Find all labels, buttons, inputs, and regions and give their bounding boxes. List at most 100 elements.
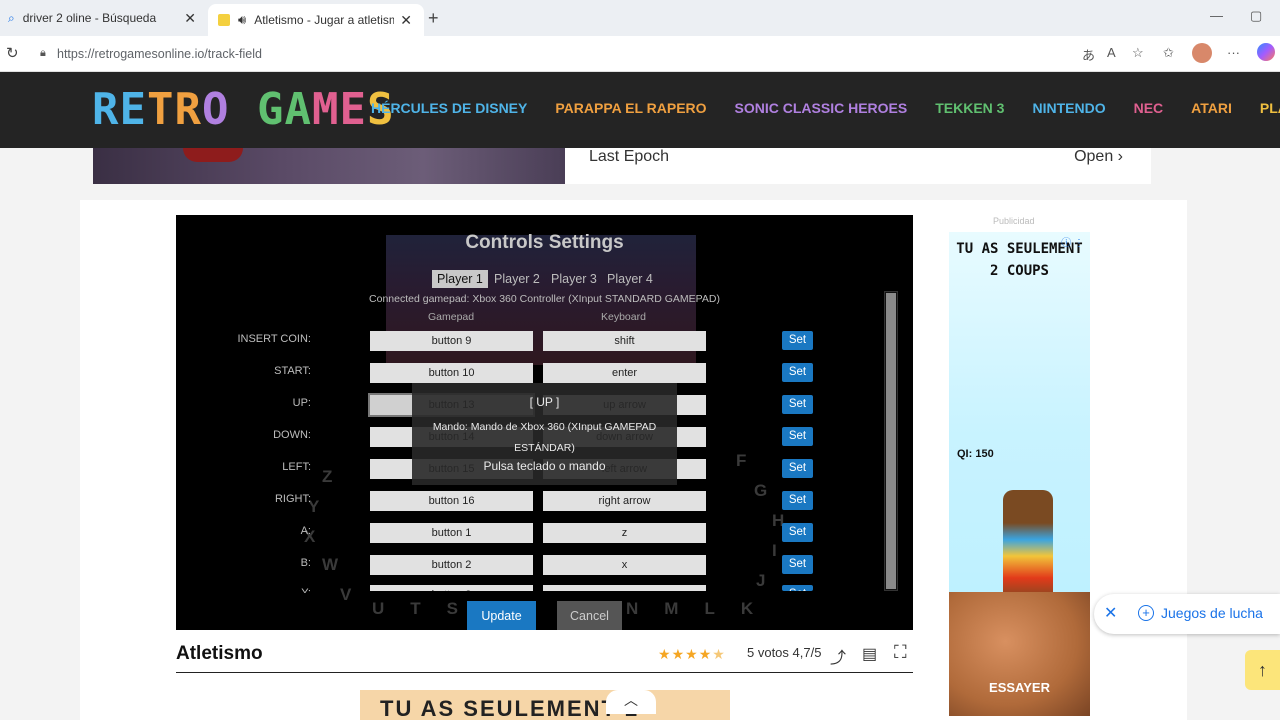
gamepad-binding-field[interactable]: button 3	[370, 585, 533, 591]
minimize-icon[interactable]: —	[1210, 8, 1223, 23]
set-binding-button[interactable]: Set	[782, 585, 813, 591]
keyboard-binding-field[interactable]: enter	[543, 363, 706, 383]
profile-avatar[interactable]	[1192, 43, 1212, 63]
browser-tab-search[interactable]: ⌕ driver 2 oline - Búsqueda ✕	[0, 4, 208, 32]
side-ad-banner[interactable]: TU AS SEULEMENT 2 COUPS ⓘ ⋮ QI: 150 ESSA…	[949, 232, 1090, 716]
control-label: INSERT COIN:	[237, 333, 311, 345]
url-field[interactable]: 🔒︎ https://retrogamesonline.io/track-fie…	[30, 41, 1260, 67]
tab-player-1[interactable]: Player 1	[432, 270, 488, 288]
star-rating[interactable]: ★ ★ ★ ★ ★	[658, 646, 725, 663]
set-binding-button[interactable]: Set	[782, 555, 813, 574]
nav-link[interactable]: ATARI	[1191, 100, 1232, 116]
speaker-icon[interactable]: 🔊︎	[238, 12, 246, 28]
close-tab-icon[interactable]: ✕	[184, 10, 196, 27]
tab-title: Atletismo - Jugar a atletismo	[254, 13, 395, 27]
share-icon[interactable]: ⤴︎	[830, 644, 846, 668]
nav-link[interactable]: NINTENDO	[1032, 100, 1105, 116]
tab-player-4[interactable]: Player 4	[602, 270, 658, 288]
bottom-ad-banner[interactable]: TU AS SEULEMENT 2 COUPS	[360, 690, 730, 720]
star-icon[interactable]: ★	[672, 646, 685, 663]
translate-icon[interactable]: あ	[1082, 45, 1095, 64]
nav-link[interactable]: PLAYSTAT	[1260, 100, 1280, 116]
control-label: UP:	[292, 397, 311, 409]
site-header: RETRO GAMES HÉRCULES DE DISNEY PARAPPA EL…	[0, 72, 1280, 148]
keyboard-binding-field[interactable]: shift	[543, 331, 706, 351]
bg-letter: W	[322, 555, 339, 574]
bg-letters-row: NMLK	[626, 599, 780, 618]
prompt-hint: Pulsa teclado o mando	[483, 459, 606, 473]
tab-player-2[interactable]: Player 2	[489, 270, 545, 288]
bg-letter: G	[754, 481, 768, 500]
tab-player-3[interactable]: Player 3	[546, 270, 602, 288]
ad-info-icon[interactable]: ⓘ ⋮	[1061, 234, 1084, 249]
half-star-icon[interactable]: ★	[712, 646, 725, 663]
main-nav: HÉRCULES DE DISNEY PARAPPA EL RAPERO SONIC…	[371, 100, 1280, 116]
maximize-icon[interactable]: ▢	[1250, 8, 1262, 24]
gamepad-binding-field[interactable]: button 1	[370, 523, 533, 543]
retro-games-logo[interactable]: RETRO GAMES	[92, 88, 395, 132]
gamepad-binding-field[interactable]: button 16	[370, 491, 533, 511]
favorite-star-icon[interactable]: ☆	[1132, 45, 1144, 61]
set-binding-button[interactable]: Set	[782, 363, 813, 382]
votes-text: 5 votos 4,7/5	[747, 645, 822, 660]
browser-tab-active[interactable]: 🔊︎ Atletismo - Jugar a atletismo ✕	[208, 4, 424, 36]
close-icon[interactable]: ✕	[1104, 603, 1117, 623]
keyboard-binding-field[interactable]: right arrow	[543, 491, 706, 511]
browser-tabbar: ⌕ driver 2 oline - Búsqueda ✕ 🔊︎ Atletis…	[0, 0, 1280, 36]
logo-letter	[230, 88, 258, 132]
close-tab-icon[interactable]: ✕	[400, 12, 412, 29]
bottom-ad-text: TU AS SEULEMENT 2 COUPS	[380, 696, 637, 720]
set-binding-button[interactable]: Set	[782, 459, 813, 478]
keyboard-binding-field[interactable]	[543, 585, 706, 591]
star-icon[interactable]: ★	[658, 646, 671, 663]
site-info-icon[interactable]: 🔒︎	[40, 47, 46, 60]
chip-label[interactable]: Juegos de lucha	[1161, 605, 1263, 621]
set-binding-button[interactable]: Set	[782, 491, 813, 510]
puzzle-tower-image	[1003, 490, 1053, 600]
logo-letter: A	[284, 84, 312, 135]
side-ad-cta[interactable]: ESSAYER	[949, 680, 1090, 695]
update-button[interactable]: Update	[467, 601, 536, 630]
set-binding-button[interactable]: Set	[782, 331, 813, 350]
gamepad-binding-field[interactable]: button 10	[370, 363, 533, 383]
star-icon[interactable]: ★	[685, 646, 698, 663]
ad-open-link[interactable]: Open ›	[1074, 148, 1123, 166]
bg-letter: V	[340, 585, 352, 604]
gamepad-column-header: Gamepad	[428, 311, 475, 323]
new-tab-icon[interactable]: +	[428, 8, 439, 29]
chevron-up-icon[interactable]: ︿	[606, 690, 656, 714]
reload-icon[interactable]: ↻	[6, 44, 19, 62]
comments-icon[interactable]: ▤	[862, 644, 877, 664]
nav-link[interactable]: TEKKEN 3	[935, 100, 1004, 116]
fullscreen-icon[interactable]: ⛶	[894, 642, 907, 663]
cancel-button[interactable]: Cancel	[557, 601, 622, 630]
top-ad-banner[interactable]: Last Epoch Open ›	[93, 148, 1151, 184]
game-emulator[interactable]: Z Y X W V F G H I J UTS NMLK Controls Se…	[176, 215, 913, 630]
set-binding-button[interactable]: Set	[782, 427, 813, 446]
gamepad-binding-field[interactable]: button 2	[370, 555, 533, 575]
scroll-to-top-button[interactable]: ↑	[1245, 650, 1280, 690]
gamepad-binding-field[interactable]: button 9	[370, 331, 533, 351]
bg-letter: I	[772, 541, 777, 560]
nav-link[interactable]: HÉRCULES DE DISNEY	[371, 100, 527, 116]
add-circle-icon: +	[1138, 605, 1154, 621]
copilot-icon[interactable]	[1257, 43, 1275, 61]
nav-link[interactable]: NEC	[1134, 100, 1164, 116]
search-icon: ⌕	[8, 10, 15, 25]
favorites-icon[interactable]: ✩	[1163, 45, 1174, 61]
read-aloud-icon[interactable]: A	[1107, 45, 1116, 60]
logo-letter: E	[119, 84, 147, 135]
keyboard-binding-field[interactable]: z	[543, 523, 706, 543]
star-icon[interactable]: ★	[699, 646, 712, 663]
nav-link[interactable]: PARAPPA EL RAPERO	[555, 100, 706, 116]
more-menu-icon[interactable]: ···	[1227, 45, 1240, 60]
control-label: START:	[274, 365, 311, 377]
bg-letter: J	[756, 571, 766, 590]
url-text[interactable]: https://retrogamesonline.io/track-field	[57, 47, 262, 61]
nav-link[interactable]: SONIC CLASSIC HEROES	[735, 100, 908, 116]
controls-scroll-thumb[interactable]	[886, 293, 896, 589]
related-games-chip[interactable]: ✕ + Juegos de lucha	[1094, 594, 1280, 634]
keyboard-binding-field[interactable]: x	[543, 555, 706, 575]
set-binding-button[interactable]: Set	[782, 395, 813, 414]
set-binding-button[interactable]: Set	[782, 523, 813, 542]
